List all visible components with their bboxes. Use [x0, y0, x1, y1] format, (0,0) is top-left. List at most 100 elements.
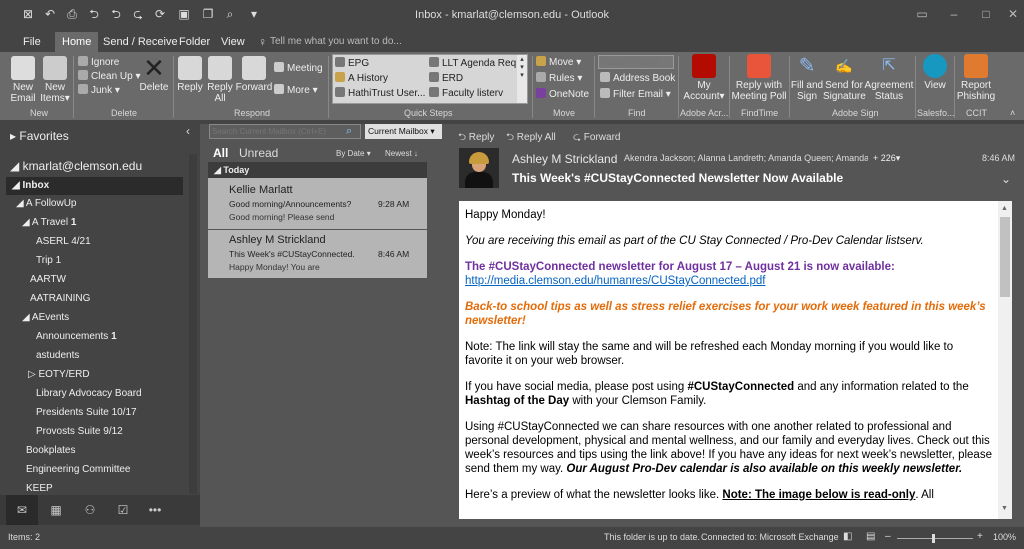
message-item[interactable]: Ashley M Strickland This Week's #CUStayC…	[208, 230, 427, 278]
email-scrollbar[interactable]: ▲ ▼	[998, 201, 1012, 519]
tell-me-box[interactable]: Tell me what you want to do...	[270, 36, 402, 47]
zoom-slider-thumb[interactable]	[932, 534, 935, 543]
more-recipients-button[interactable]: + 226▾	[873, 153, 900, 164]
quick-step-a-history[interactable]: A History	[335, 72, 388, 85]
reading-reply-button[interactable]: ⮌ Reply	[458, 130, 494, 147]
filter-unread[interactable]: Unread	[239, 146, 278, 160]
folder-astudents[interactable]: astudents	[36, 348, 79, 364]
tab-file[interactable]: File	[16, 32, 48, 52]
folder-trip-1[interactable]: Trip 1	[36, 253, 61, 269]
mail-icon[interactable]: ✉	[14, 503, 30, 517]
reading-view-icon[interactable]: ▤	[866, 531, 875, 542]
reading-reply-all-button[interactable]: ⮌ Reply All	[506, 130, 556, 147]
quick-step-erd[interactable]: ERD	[429, 72, 463, 85]
folder-aartw[interactable]: AARTW	[30, 272, 66, 288]
tab-home[interactable]: Home	[55, 32, 99, 52]
zoom-slider[interactable]	[897, 538, 973, 539]
zoom-in-icon[interactable]: +	[977, 531, 983, 542]
folder-inbox[interactable]: ◢ Inbox	[12, 178, 49, 194]
rules-button[interactable]: Rules ▾	[536, 72, 582, 85]
new-items-button[interactable]: New Items▾	[38, 56, 72, 104]
message-item[interactable]: Kellie Marlatt Good morning/Announcement…	[208, 178, 427, 229]
fill-and-sign-button[interactable]: ✎ Fill and Sign	[790, 54, 824, 102]
sort-by-dropdown[interactable]: By Date ▾	[336, 149, 371, 158]
zoom-out-icon[interactable]: –	[885, 531, 891, 542]
favorites-header[interactable]: ▸ Favorites	[10, 128, 69, 144]
tab-view[interactable]: View	[214, 32, 252, 52]
filter-icon	[600, 88, 610, 98]
delete-button[interactable]: ✕ Delete	[137, 55, 171, 93]
collapse-ribbon-icon[interactable]: ˄	[1010, 108, 1015, 118]
reply-all-icon: ⮌	[506, 132, 515, 143]
close-icon[interactable]: ✕	[1006, 7, 1020, 21]
search-icon[interactable]: ⌕	[346, 125, 352, 138]
reading-recipients[interactable]: Akendra Jackson; Alanna Landreth; Amanda…	[624, 153, 868, 163]
group-separator	[915, 56, 916, 118]
forward-button[interactable]: Forward	[235, 56, 273, 93]
folder-presidents-suite[interactable]: Presidents Suite 10/17	[36, 405, 137, 421]
salesforce-cloud-icon	[923, 54, 947, 78]
search-scope-dropdown[interactable]: Current Mailbox ▾	[365, 124, 442, 139]
report-phishing-button[interactable]: Report Phishing	[955, 54, 997, 102]
folder-engineering-committee[interactable]: Engineering Committee	[26, 462, 131, 478]
maximize-icon[interactable]: □	[979, 7, 993, 21]
minimize-icon[interactable]: –	[947, 7, 961, 21]
junk-button[interactable]: Junk ▾	[78, 84, 120, 97]
search-people-input[interactable]	[598, 55, 674, 69]
quick-step-faculty-listerv[interactable]: Faculty listerv	[429, 87, 503, 100]
tasks-icon[interactable]: ☑	[115, 503, 131, 517]
folder-bookplates[interactable]: Bookplates	[26, 443, 75, 459]
folder-aserl[interactable]: ASERL 4/21	[36, 234, 91, 250]
reply-meeting-poll-button[interactable]: Reply with Meeting Poll	[731, 54, 787, 102]
newsletter-link[interactable]: http://media.clemson.edu/humanres/CUStay…	[465, 275, 765, 287]
navigation-bar: ✉ ▦ ⚇ ☑ •••	[0, 495, 200, 525]
more-apps-icon[interactable]: •••	[147, 503, 163, 517]
reply-all-button[interactable]: Reply All	[205, 56, 235, 104]
reply-button[interactable]: Reply	[175, 56, 205, 93]
more-respond-button[interactable]: More ▾	[274, 84, 318, 97]
collapse-pane-icon[interactable]: ‹	[186, 124, 190, 138]
status-item-count: Items: 2	[8, 532, 41, 542]
folder-provosts-suite[interactable]: Provosts Suite 9/12	[36, 424, 123, 440]
address-book-button[interactable]: Address Book	[600, 72, 675, 85]
folder-aatraining[interactable]: AATRAINING	[30, 291, 90, 307]
expand-header-icon[interactable]: ⌄	[1001, 172, 1011, 186]
quick-step-hathitrust[interactable]: HathiTrust User...	[335, 87, 425, 100]
reading-sender[interactable]: Ashley M Strickland	[512, 152, 617, 166]
new-email-button[interactable]: New Email	[6, 56, 40, 104]
reading-forward-button[interactable]: ⮎ Forward	[573, 130, 620, 147]
folder-library-advocacy-board[interactable]: Library Advocacy Board	[36, 386, 142, 402]
my-account-button[interactable]: My Account▾	[682, 54, 726, 102]
people-icon[interactable]: ⚇	[82, 503, 98, 517]
zoom-level[interactable]: 100%	[993, 532, 1016, 542]
folder-aevents[interactable]: ◢ AEvents	[22, 310, 69, 326]
folder-eoty-erd[interactable]: ▷ EOTY/ERD	[28, 367, 90, 383]
message-subject: This Week's #CUStayConnected...	[229, 249, 355, 259]
ribbon-display-icon[interactable]: ▭	[915, 7, 929, 21]
move-button[interactable]: Move ▾	[536, 56, 581, 69]
clean-up-button[interactable]: Clean Up ▾	[78, 70, 141, 83]
ignore-button[interactable]: Ignore	[78, 56, 119, 69]
agreement-status-button[interactable]: ⇱ Agreement Status	[864, 54, 914, 102]
normal-view-icon[interactable]: ◧	[843, 531, 852, 542]
onenote-button[interactable]: OneNote	[536, 88, 589, 101]
quick-steps-scroll[interactable]: ▴ ▾ ▾	[517, 55, 527, 103]
meeting-button[interactable]: Meeting	[274, 62, 323, 75]
calendar-icon[interactable]: ▦	[48, 503, 64, 517]
signature-icon: ✍	[835, 58, 853, 74]
account-header[interactable]: ◢ kmarlat@clemson.edu	[10, 158, 142, 174]
sort-order-toggle[interactable]: Newest ↓	[385, 149, 418, 158]
filter-email-button[interactable]: Filter Email ▾	[600, 88, 671, 101]
send-for-signature-button[interactable]: ✍ Send for Signature	[823, 54, 866, 102]
folder-announcements[interactable]: Announcements 1	[36, 329, 117, 345]
folder-scrollbar[interactable]	[189, 154, 197, 494]
group-header-today[interactable]: ◢ Today	[208, 162, 427, 178]
search-mailbox-input[interactable]	[209, 124, 361, 139]
salesforce-view-button[interactable]: View	[918, 54, 952, 91]
tab-folder[interactable]: Folder	[172, 32, 217, 52]
filter-all[interactable]: All	[213, 146, 228, 160]
folder-a-travel[interactable]: ◢ A Travel 1	[22, 215, 76, 231]
quick-step-llt-agenda[interactable]: LLT Agenda Req...	[429, 57, 524, 70]
quick-step-epg[interactable]: EPG	[335, 57, 369, 70]
folder-a-followup[interactable]: ◢ A FollowUp	[16, 196, 77, 212]
